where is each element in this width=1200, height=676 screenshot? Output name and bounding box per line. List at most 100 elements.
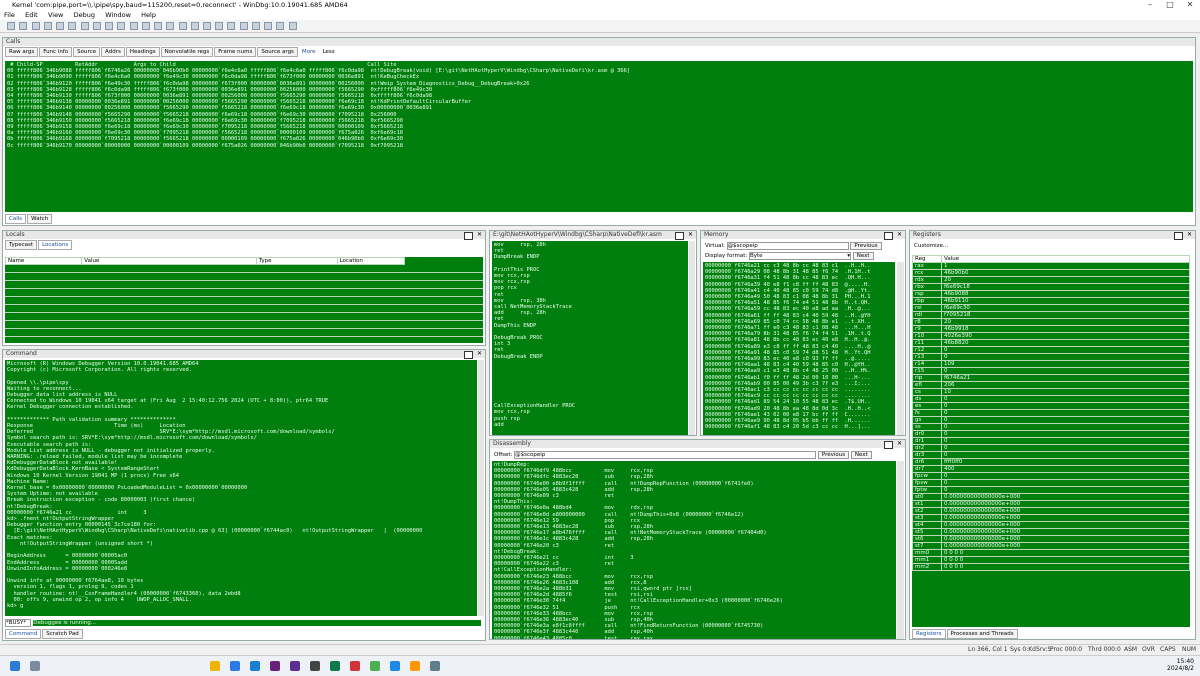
register-row[interactable]: r15 0 — [912, 367, 1190, 375]
display-format-select[interactable]: Byte ▾ — [748, 252, 851, 260]
close-icon[interactable]: ✕ — [1180, 0, 1200, 10]
window-menu-icon[interactable] — [1174, 232, 1183, 240]
source-scrollbar[interactable] — [689, 241, 695, 435]
register-row[interactable]: rsp 46b9088 — [912, 290, 1190, 298]
disassembly-next-button[interactable]: Next — [850, 451, 872, 459]
memory-scrollbar[interactable] — [897, 262, 904, 435]
menu-window[interactable]: Window — [101, 10, 135, 20]
step-over-icon[interactable] — [117, 22, 126, 30]
registers-col-value[interactable]: Value — [941, 255, 1190, 263]
register-row[interactable]: gs 0 — [912, 416, 1190, 424]
memory-previous-button[interactable]: Previous — [850, 242, 882, 250]
headings-button[interactable]: Headings — [125, 47, 160, 57]
watch-window-icon[interactable] — [178, 22, 187, 30]
app-icon[interactable] — [390, 661, 400, 671]
register-row[interactable]: dr1 0 — [912, 437, 1190, 445]
calls-stack-list[interactable]: # Child-SP RetAddr Args to Child Call Si… — [5, 61, 1193, 212]
disassembly-view[interactable]: nt!DumpRep: 00000000`f6746df9 488bcc mov… — [492, 461, 896, 639]
memory-next-button[interactable]: Next — [852, 252, 874, 260]
register-row[interactable]: fpsw 0 — [912, 479, 1190, 487]
disassembly-scrollbar[interactable] — [897, 461, 904, 639]
taskbar-clock[interactable]: 15:40 2024/8/2 — [1166, 658, 1194, 672]
source-code-view[interactable]: mov rsp, 28h ret DumpBreak ENDP PrintThi… — [492, 241, 688, 435]
locals-grid[interactable]: Name Value Type Location — [4, 257, 483, 343]
register-row[interactable]: st0 0.000000000000000e+000 — [912, 493, 1190, 501]
close-icon[interactable]: ✕ — [688, 231, 693, 238]
open-icon[interactable] — [7, 22, 16, 30]
app-icon[interactable] — [350, 661, 360, 671]
cut-icon[interactable] — [19, 22, 28, 30]
register-row[interactable]: r14 109 — [912, 360, 1190, 368]
start-icon[interactable] — [10, 661, 20, 671]
addrs-button[interactable]: Addrs — [101, 47, 125, 57]
window-menu-icon[interactable] — [464, 232, 473, 240]
command-scrollbar[interactable] — [478, 360, 484, 616]
register-row[interactable]: dr3 0 — [912, 451, 1190, 459]
locals-window-icon[interactable] — [190, 22, 199, 30]
register-row[interactable]: rip f6746a21 — [912, 374, 1190, 382]
register-row[interactable]: rax 1 — [912, 262, 1190, 270]
locals-col-type[interactable]: Type — [255, 257, 338, 265]
register-row[interactable]: rbx f6e69c18 — [912, 283, 1190, 291]
step-out-icon[interactable] — [129, 22, 138, 30]
paste-icon[interactable] — [43, 22, 52, 30]
go-icon[interactable] — [56, 22, 65, 30]
register-row[interactable]: r12 0 — [912, 346, 1190, 354]
tab-command[interactable]: Command — [5, 629, 42, 639]
register-row[interactable]: dr2 0 — [912, 444, 1190, 452]
store-icon[interactable] — [250, 661, 260, 671]
edge-icon[interactable] — [230, 661, 240, 671]
nonvolatile-regs-button[interactable]: Nonvolatile regs — [160, 47, 214, 57]
app-icon[interactable] — [430, 661, 440, 671]
register-row[interactable]: st7 0.000000000000000e+000 — [912, 542, 1190, 550]
run-to-cursor-icon[interactable] — [141, 22, 150, 30]
register-row[interactable]: rdi f7095218 — [912, 311, 1190, 319]
calls-window-icon[interactable] — [227, 22, 236, 30]
register-row[interactable]: mm1 0 0 0 0 — [912, 556, 1190, 564]
register-row[interactable]: dr7 400 — [912, 465, 1190, 473]
visual-studio-icon[interactable] — [270, 661, 280, 671]
close-icon[interactable]: ✕ — [897, 231, 902, 238]
register-row[interactable]: r13 0 — [912, 353, 1190, 361]
step-into-icon[interactable] — [105, 22, 114, 30]
app-icon[interactable] — [410, 661, 420, 671]
register-row[interactable]: efl 206 — [912, 381, 1190, 389]
memory-dump-view[interactable]: 00000000`f6746a21 cc c3 48 8b cc 48 83 c… — [703, 262, 895, 435]
command-window-icon[interactable] — [166, 22, 175, 30]
tab-calls[interactable]: Calls — [5, 214, 27, 224]
locations-button[interactable]: Locations — [38, 240, 73, 250]
register-row[interactable]: rdx 20 — [912, 276, 1190, 284]
command-input[interactable]: Debuggee is running... — [33, 620, 482, 626]
register-row[interactable]: r8 20 — [912, 318, 1190, 326]
maximize-icon[interactable]: □ — [1160, 0, 1180, 10]
font-icon[interactable] — [276, 22, 285, 30]
menu-file[interactable]: File — [0, 10, 19, 20]
register-row[interactable]: st4 0.000000000000000e+000 — [912, 521, 1190, 529]
register-row[interactable]: r11 46b8820 — [912, 339, 1190, 347]
visual-studio-code-icon[interactable] — [290, 661, 300, 671]
close-icon[interactable]: ✕ — [477, 350, 482, 357]
window-menu-icon[interactable] — [675, 232, 684, 240]
tab-watch[interactable]: Watch — [27, 214, 53, 224]
tab-scratch-pad[interactable]: Scratch Pad — [42, 629, 83, 639]
register-row[interactable]: r10 4026e390 — [912, 332, 1190, 340]
register-row[interactable]: mm2 0 0 0 0 — [912, 563, 1190, 571]
break-icon[interactable] — [92, 22, 101, 30]
register-row[interactable]: mm0 0 0 0 0 — [912, 549, 1190, 557]
close-icon[interactable]: ✕ — [897, 440, 902, 447]
close-icon[interactable]: ✕ — [1187, 231, 1192, 238]
menu-view[interactable]: View — [44, 10, 67, 20]
register-row[interactable]: es 0 — [912, 402, 1190, 410]
register-row[interactable]: ss 0 — [912, 423, 1190, 431]
window-menu-icon[interactable] — [884, 441, 893, 449]
more-button[interactable]: More — [299, 48, 319, 56]
tab-registers[interactable]: Registers — [912, 629, 946, 639]
restart-icon[interactable] — [68, 22, 77, 30]
register-row[interactable]: fs 0 — [912, 409, 1190, 417]
register-row[interactable]: fptw 0 — [912, 486, 1190, 494]
register-row[interactable]: r9 46b9918 — [912, 325, 1190, 333]
source-args-button[interactable]: Source args — [257, 47, 298, 57]
menu-edit[interactable]: Edit — [21, 10, 42, 20]
stop-icon[interactable] — [80, 22, 89, 30]
source-mode-icon[interactable] — [264, 22, 273, 30]
